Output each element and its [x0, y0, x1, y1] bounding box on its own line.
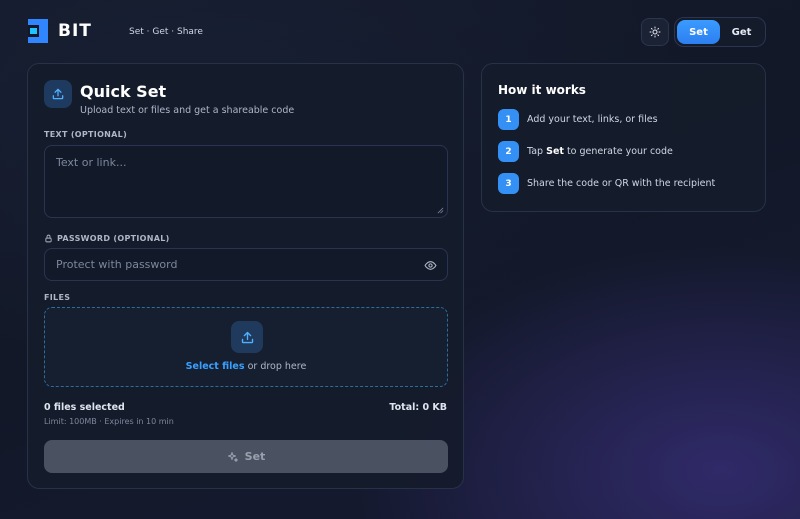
password-input-placeholder: Protect with password: [56, 258, 178, 271]
theme-toggle-button[interactable]: [641, 18, 669, 46]
mode-get-button[interactable]: Get: [720, 20, 763, 44]
sparkle-icon: [227, 451, 238, 462]
mode-switch: Set Get: [674, 17, 766, 47]
drop-here-text: or drop here: [247, 361, 307, 372]
tagline: Set · Get · Share: [129, 27, 203, 37]
quick-set-card: Quick Set Upload text or files and get a…: [27, 63, 464, 489]
file-dropzone[interactable]: Select files or drop here: [44, 307, 448, 387]
step-number: 2: [498, 141, 519, 162]
eye-icon[interactable]: [424, 259, 437, 272]
files-total: Total: 0 KB: [389, 402, 447, 413]
files-count: 0 files selected: [44, 402, 125, 413]
step-item: 1 Add your text, links, or files: [498, 109, 658, 130]
step-number: 3: [498, 173, 519, 194]
text-label: TEXT (OPTIONAL): [44, 130, 128, 139]
sun-icon: [649, 26, 661, 38]
limit-text: Limit: 100MB · Expires in 10 min: [44, 417, 174, 426]
quick-set-subtitle: Upload text or files and get a shareable…: [80, 105, 295, 116]
password-input[interactable]: Protect with password: [44, 248, 448, 281]
password-label: PASSWORD (OPTIONAL): [57, 234, 170, 243]
dropzone-text: Select files or drop here: [45, 361, 447, 372]
step-text: Add your text, links, or files: [527, 114, 658, 125]
step-text: Tap Set to generate your code: [527, 146, 673, 157]
lock-icon: [45, 234, 52, 243]
select-files-link[interactable]: Select files: [186, 361, 245, 372]
files-label: FILES: [44, 293, 71, 302]
step-number: 1: [498, 109, 519, 130]
quick-set-title: Quick Set: [80, 82, 167, 101]
logo[interactable]: BIT: [28, 19, 92, 43]
password-label-row: PASSWORD (OPTIONAL): [44, 234, 170, 243]
set-button-label: Set: [244, 450, 266, 463]
step-item: 3 Share the code or QR with the recipien…: [498, 173, 715, 194]
logo-text: BIT: [58, 21, 92, 41]
text-input-placeholder: Text or link...: [56, 156, 127, 169]
logo-mark-icon: [28, 19, 52, 43]
resize-grip-icon[interactable]: [437, 207, 444, 214]
upload-files-icon: [231, 321, 263, 353]
set-button[interactable]: Set: [44, 440, 448, 473]
text-input[interactable]: Text or link...: [44, 145, 448, 218]
how-it-works-title: How it works: [498, 83, 586, 97]
step-item: 2 Tap Set to generate your code: [498, 141, 673, 162]
mode-set-button[interactable]: Set: [677, 20, 720, 44]
step-text: Share the code or QR with the recipient: [527, 178, 716, 189]
how-it-works-card: How it works 1 Add your text, links, or …: [481, 63, 766, 212]
upload-icon: [44, 80, 72, 108]
